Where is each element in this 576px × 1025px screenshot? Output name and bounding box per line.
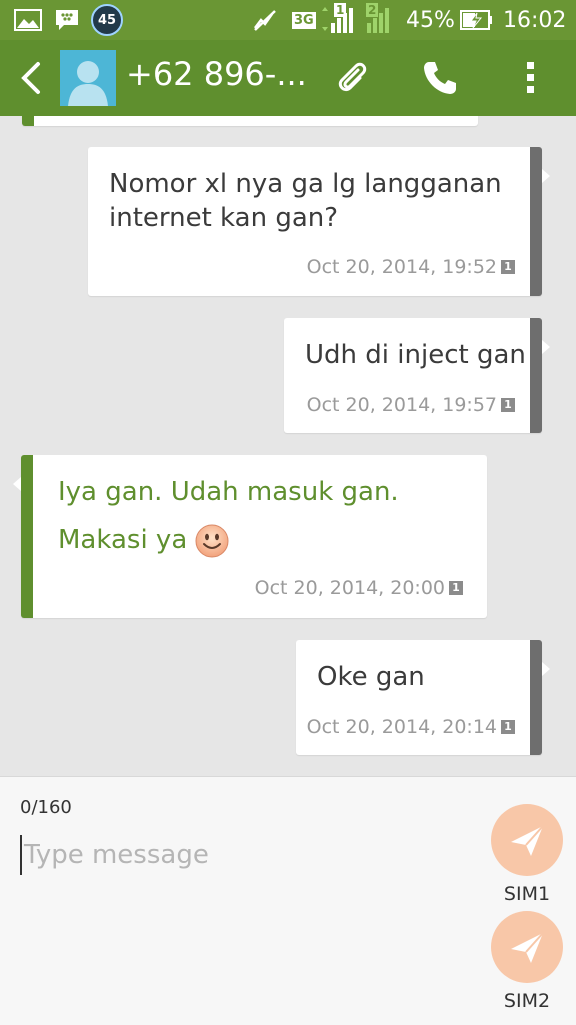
message-timestamp: Oct 20, 2014, 20:00 1: [255, 577, 463, 599]
sim2-indicator: 2: [366, 3, 379, 17]
attach-icon[interactable]: [332, 58, 372, 98]
message-timestamp: Oct 20, 2014, 19:57 1: [307, 394, 515, 416]
message-text: Iya gan. Udah masuk gan. Makasi ya: [58, 475, 478, 558]
bubble-tail: [542, 662, 550, 676]
smiley-emoji-icon: [195, 524, 229, 558]
message-text: Nomor xl nya ga lg langganan internet ka…: [109, 167, 519, 235]
message-bubble-outgoing[interactable]: Nomor xl nya ga lg langganan internet ka…: [88, 147, 550, 296]
bubble-tail: [542, 340, 550, 354]
message-input[interactable]: Type message: [20, 835, 464, 875]
message-timestamp: Oct 20, 2014, 19:52 1: [307, 256, 515, 278]
more-vert-icon[interactable]: [516, 58, 556, 98]
network-type-label: 3G: [292, 11, 316, 29]
send-sim2-button[interactable]: [491, 911, 563, 983]
sim1-label: SIM1: [503, 883, 551, 905]
message-bubble-outgoing[interactable]: Udh di inject gan Oct 20, 2014, 19:57 1: [284, 318, 550, 433]
clock: 16:02: [503, 7, 567, 33]
notification-count: 45: [91, 4, 123, 36]
sim1-indicator: 1: [334, 3, 347, 17]
message-list[interactable]: Nomor xl nya ga lg langganan internet ka…: [0, 116, 576, 776]
message-line: Iya gan. Udah masuk gan.: [58, 477, 399, 507]
send-icon: [511, 932, 544, 963]
battery-percent: 45%: [406, 7, 455, 33]
message-bubble-partial: [22, 116, 478, 126]
send-sim1-button[interactable]: [491, 804, 563, 876]
sim2-signal-icon: 2: [362, 0, 396, 40]
message-text: Oke gan: [317, 662, 425, 692]
message-line: internet kan gan?: [109, 203, 339, 233]
status-bar: 45 3G 1 2 45% 16:02: [0, 0, 576, 40]
message-bubble-incoming[interactable]: Iya gan. Udah masuk gan. Makasi ya Oct 2…: [13, 455, 487, 618]
compose-area: 0/160 Type message SIM1 SIM2: [0, 776, 576, 1025]
message-timestamp: Oct 20, 2014, 20:14 1: [307, 716, 515, 738]
notification-count-badge: 45: [91, 0, 123, 40]
timestamp-text: Oct 20, 2014, 19:57: [306, 394, 497, 416]
bubble-tail: [13, 477, 21, 491]
back-arrow-icon[interactable]: [14, 58, 50, 98]
sim1-signal-icon: 1: [320, 0, 360, 40]
sim2-label: SIM2: [503, 990, 551, 1012]
message-line: Nomor xl nya ga lg langganan: [109, 169, 502, 199]
bbm-notification-icon: [54, 0, 80, 40]
message-bubble-outgoing[interactable]: Oke gan Oct 20, 2014, 20:14 1: [296, 640, 550, 755]
contact-number[interactable]: +62 896-...: [126, 55, 307, 93]
vibrate-off-icon: [252, 0, 278, 40]
message-line: Makasi ya: [58, 525, 188, 555]
battery-charging-icon: [460, 0, 494, 40]
sim-badge-icon: 1: [501, 720, 515, 734]
network-type: 3G: [292, 0, 316, 40]
sim-badge-icon: 1: [449, 581, 463, 595]
sim-badge-icon: 1: [501, 398, 515, 412]
gallery-notification-icon: [14, 0, 42, 40]
timestamp-text: Oct 20, 2014, 20:14: [306, 716, 497, 738]
timestamp-text: Oct 20, 2014, 19:52: [306, 256, 497, 278]
sim-badge-icon: 1: [501, 260, 515, 274]
contact-avatar[interactable]: [60, 50, 116, 106]
conversation-header: +62 896-...: [0, 40, 576, 116]
character-counter: 0/160: [20, 797, 72, 818]
send-icon: [511, 825, 544, 856]
timestamp-text: Oct 20, 2014, 20:00: [254, 577, 445, 599]
phone-icon[interactable]: [420, 58, 460, 98]
message-text: Udh di inject gan: [305, 340, 526, 370]
bubble-tail: [542, 169, 550, 183]
